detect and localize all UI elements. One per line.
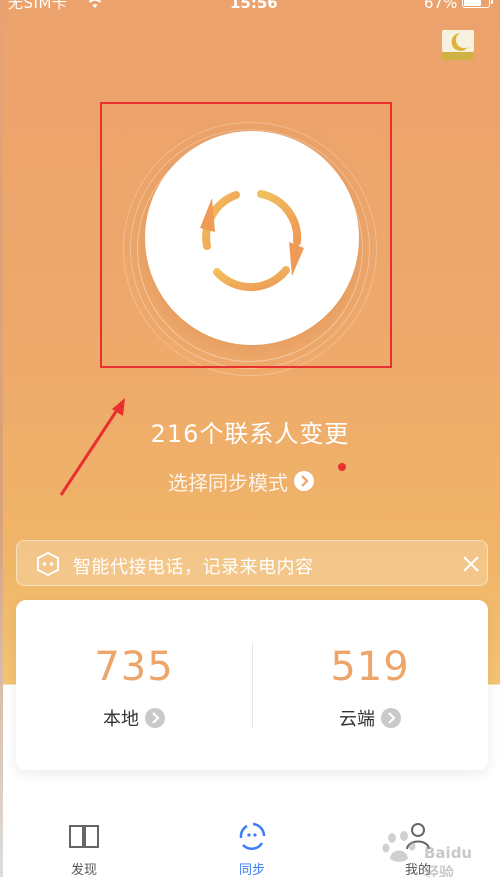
paw-icon (382, 831, 416, 862)
contacts-stats-card: 735 本地 519 云端 (16, 600, 488, 770)
notification-dot (338, 463, 346, 471)
annotation-highlight-box (100, 102, 392, 368)
chevron-right-icon (294, 471, 314, 491)
book-icon (69, 825, 99, 848)
sync-tab-icon (239, 822, 266, 850)
chevron-right-icon (381, 708, 401, 728)
local-count: 735 (94, 644, 174, 690)
cloud-contacts-stat[interactable]: 519 云端 (252, 600, 488, 770)
select-sync-mode-link[interactable]: 选择同步模式 (168, 466, 314, 496)
carrier-label: 无SIM卡 (8, 0, 68, 12)
sync-mode-label: 选择同步模式 (168, 470, 288, 495)
tab-sync[interactable]: 同步 (192, 805, 312, 877)
battery-percent: 67% (424, 0, 458, 12)
local-contacts-stat[interactable]: 735 本地 (16, 600, 252, 770)
local-label: 本地 (103, 709, 139, 730)
battery-icon (462, 0, 493, 8)
banner-text: 智能代接电话，记录来电内容 (73, 557, 314, 578)
tab-sync-label: 同步 (238, 863, 265, 877)
ai-answer-banner[interactable]: 智能代接电话，记录来电内容 (16, 540, 488, 586)
close-icon[interactable] (461, 554, 481, 574)
wifi-icon (88, 0, 102, 8)
robot-icon (37, 551, 59, 577)
night-mode-icon[interactable] (440, 26, 476, 62)
baidu-watermark: Baidu经验 (380, 826, 480, 877)
tab-discover[interactable]: 发现 (24, 805, 144, 877)
chevron-right-icon (145, 708, 165, 728)
cloud-count: 519 (330, 644, 410, 690)
status-bar: 无SIM卡 15:56 67% (0, 0, 500, 13)
watermark-text: Baidu经验 (424, 844, 473, 877)
sync-screen: 无SIM卡 15:56 67% 216个联系人变更 选择同步模式 智能代接电话，… (0, 0, 500, 877)
contacts-change-text: 216个联系人变更 (150, 420, 350, 448)
clock: 15:56 (230, 0, 278, 12)
tab-discover-label: 发现 (70, 863, 97, 877)
cloud-label: 云端 (339, 709, 375, 730)
